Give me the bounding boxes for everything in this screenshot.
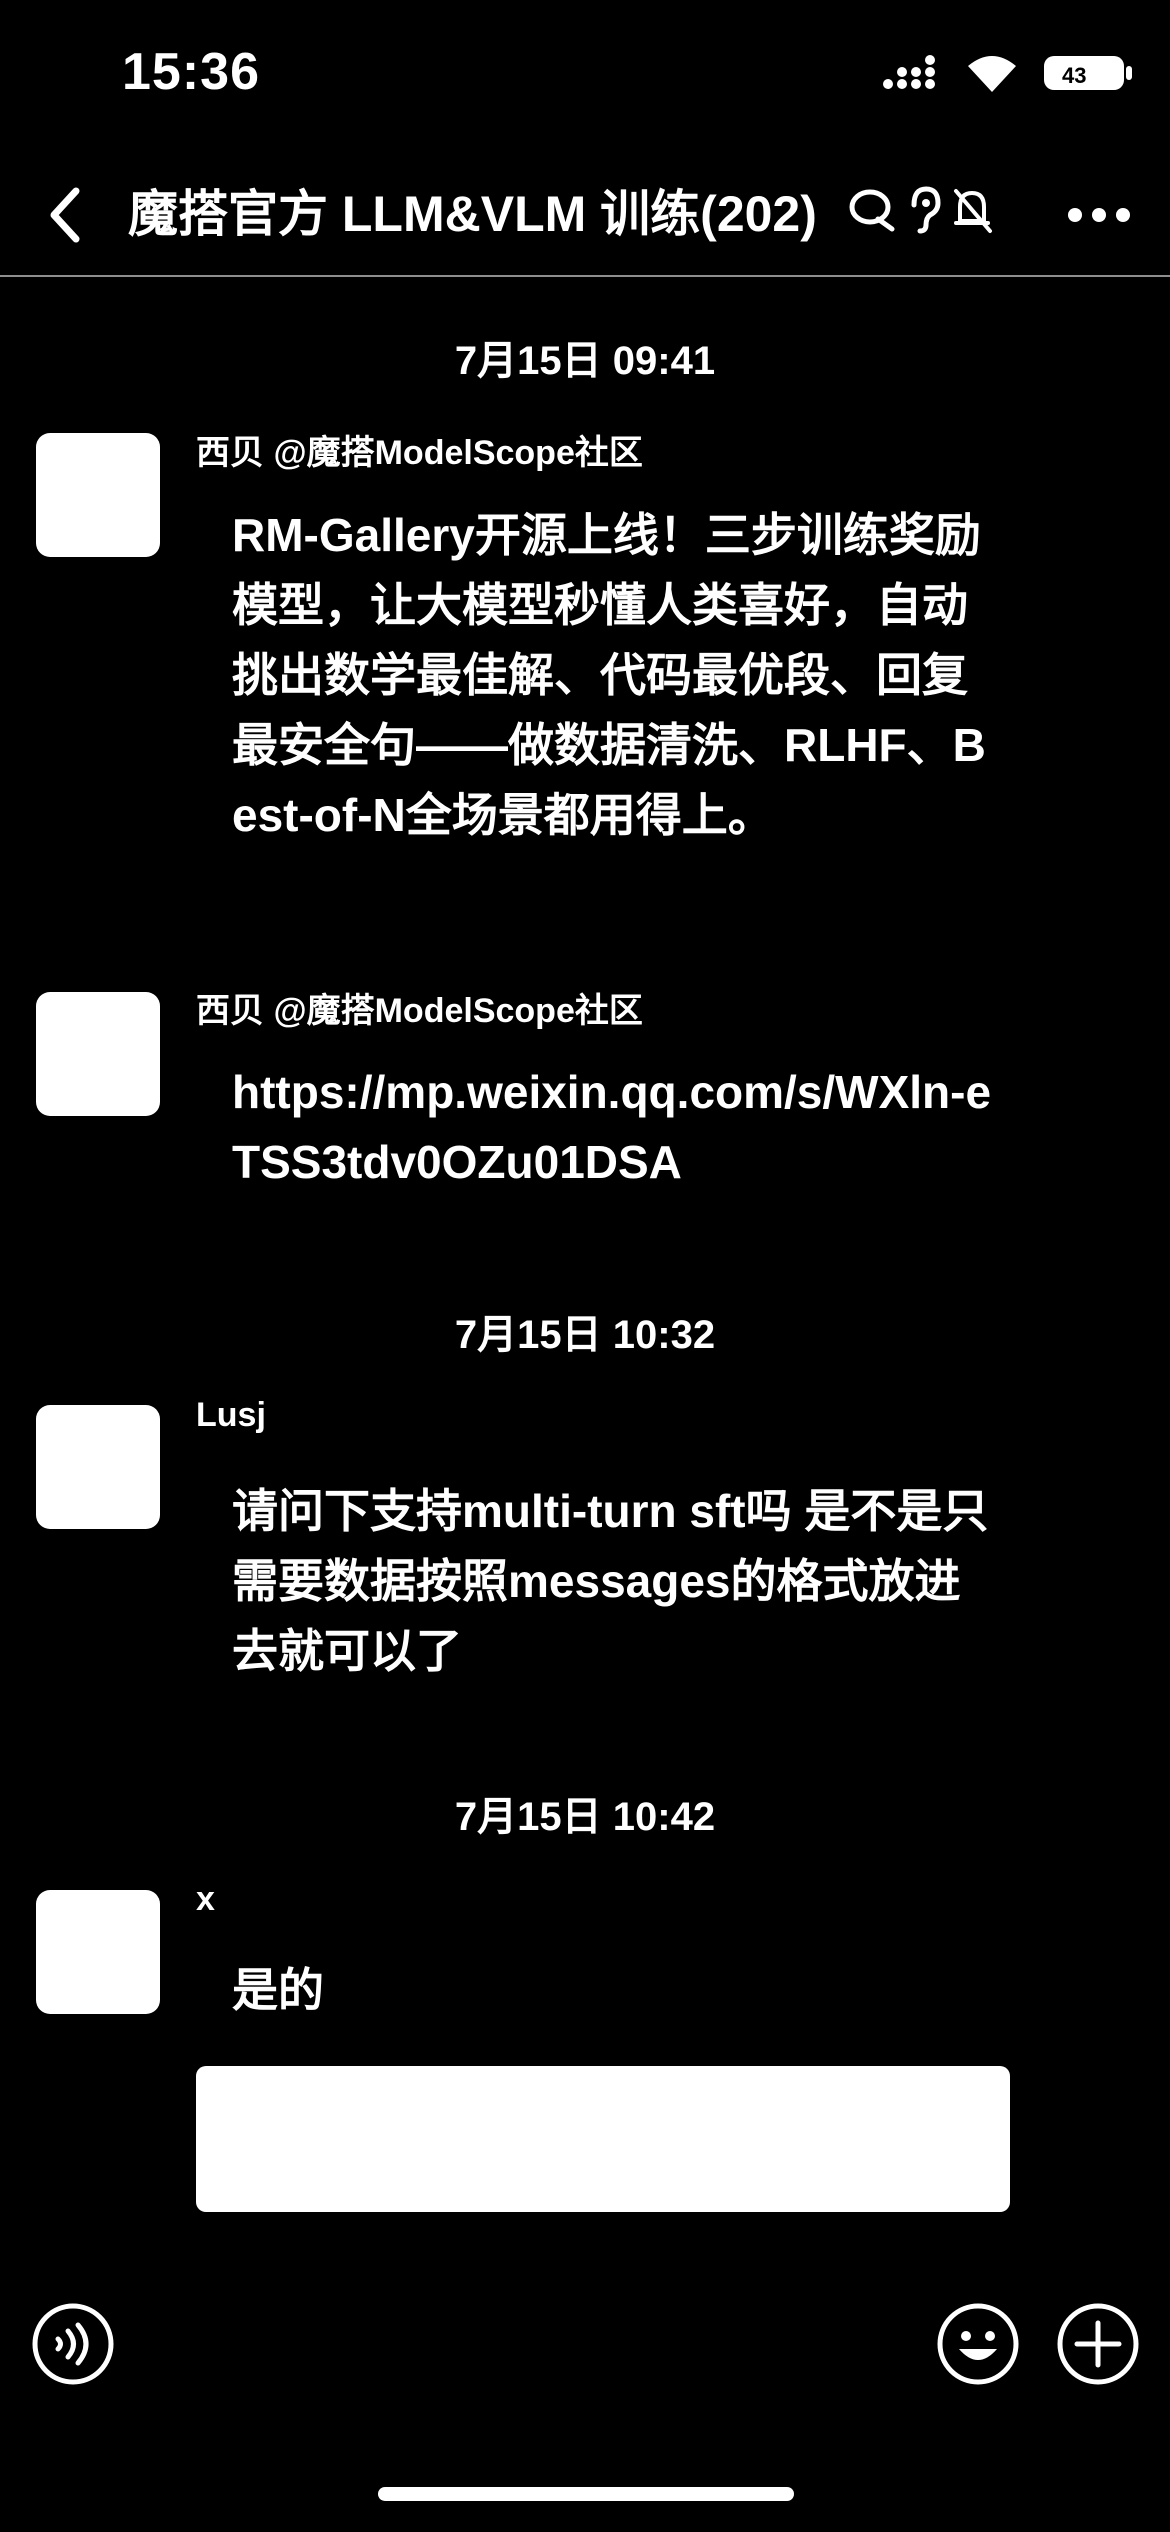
status-time: 15:36	[122, 43, 260, 101]
status-indicators: 43	[880, 52, 1134, 94]
avatar[interactable]	[36, 1890, 160, 2014]
sender-name: Lusj	[196, 1396, 266, 1434]
message-text[interactable]: RM-Gallery开源上线！三步训练奖励模型，让大模型秒懂人类喜好，自动挑出数…	[232, 500, 992, 850]
plus-icon[interactable]	[1055, 2301, 1141, 2387]
wifi-icon	[968, 56, 1016, 92]
chat-title[interactable]: 魔搭官方 LLM&VLM 训练(202)	[128, 181, 848, 247]
message-input[interactable]	[196, 2066, 1010, 2212]
voice-icon[interactable]	[30, 2301, 116, 2387]
battery-icon: 43	[1044, 56, 1132, 90]
more-button[interactable]	[1064, 189, 1134, 241]
title-status-icons	[848, 185, 994, 235]
chat-bubble-icon	[849, 189, 895, 232]
message-timestamp: 7月15日 10:42	[454, 1795, 716, 1839]
cellular-signal-icon	[883, 55, 935, 89]
sender-name: 西贝 @魔搭ModelScope社区	[196, 992, 643, 1030]
back-button[interactable]	[36, 179, 96, 251]
more-dots-icon	[1068, 208, 1130, 222]
ear-icon	[911, 186, 941, 234]
message-text[interactable]: 是的	[232, 1955, 992, 2025]
message-link[interactable]: https://mp.weixin.qq.com/s/WXln-eTSS3tdv…	[232, 1057, 992, 1197]
sender-name: x	[196, 1880, 215, 1918]
avatar[interactable]	[36, 433, 160, 557]
message-text[interactable]: 请问下支持multi-turn sft吗 是不是只需要数据按照messages的…	[232, 1476, 992, 1686]
home-indicator[interactable]	[378, 2487, 794, 2501]
bell-muted-icon	[954, 189, 992, 233]
sender-name: 西贝 @魔搭ModelScope社区	[196, 434, 643, 472]
chat-header: 魔搭官方 LLM&VLM 训练(202)	[0, 155, 1170, 277]
avatar[interactable]	[36, 992, 160, 1116]
message-timestamp: 7月15日 09:41	[454, 339, 716, 383]
back-arrow-icon	[50, 187, 80, 243]
avatar[interactable]	[36, 1405, 160, 1529]
emoji-icon[interactable]	[935, 2301, 1021, 2387]
svg-text:43: 43	[1062, 63, 1086, 88]
message-timestamp: 7月15日 10:32	[454, 1313, 716, 1357]
